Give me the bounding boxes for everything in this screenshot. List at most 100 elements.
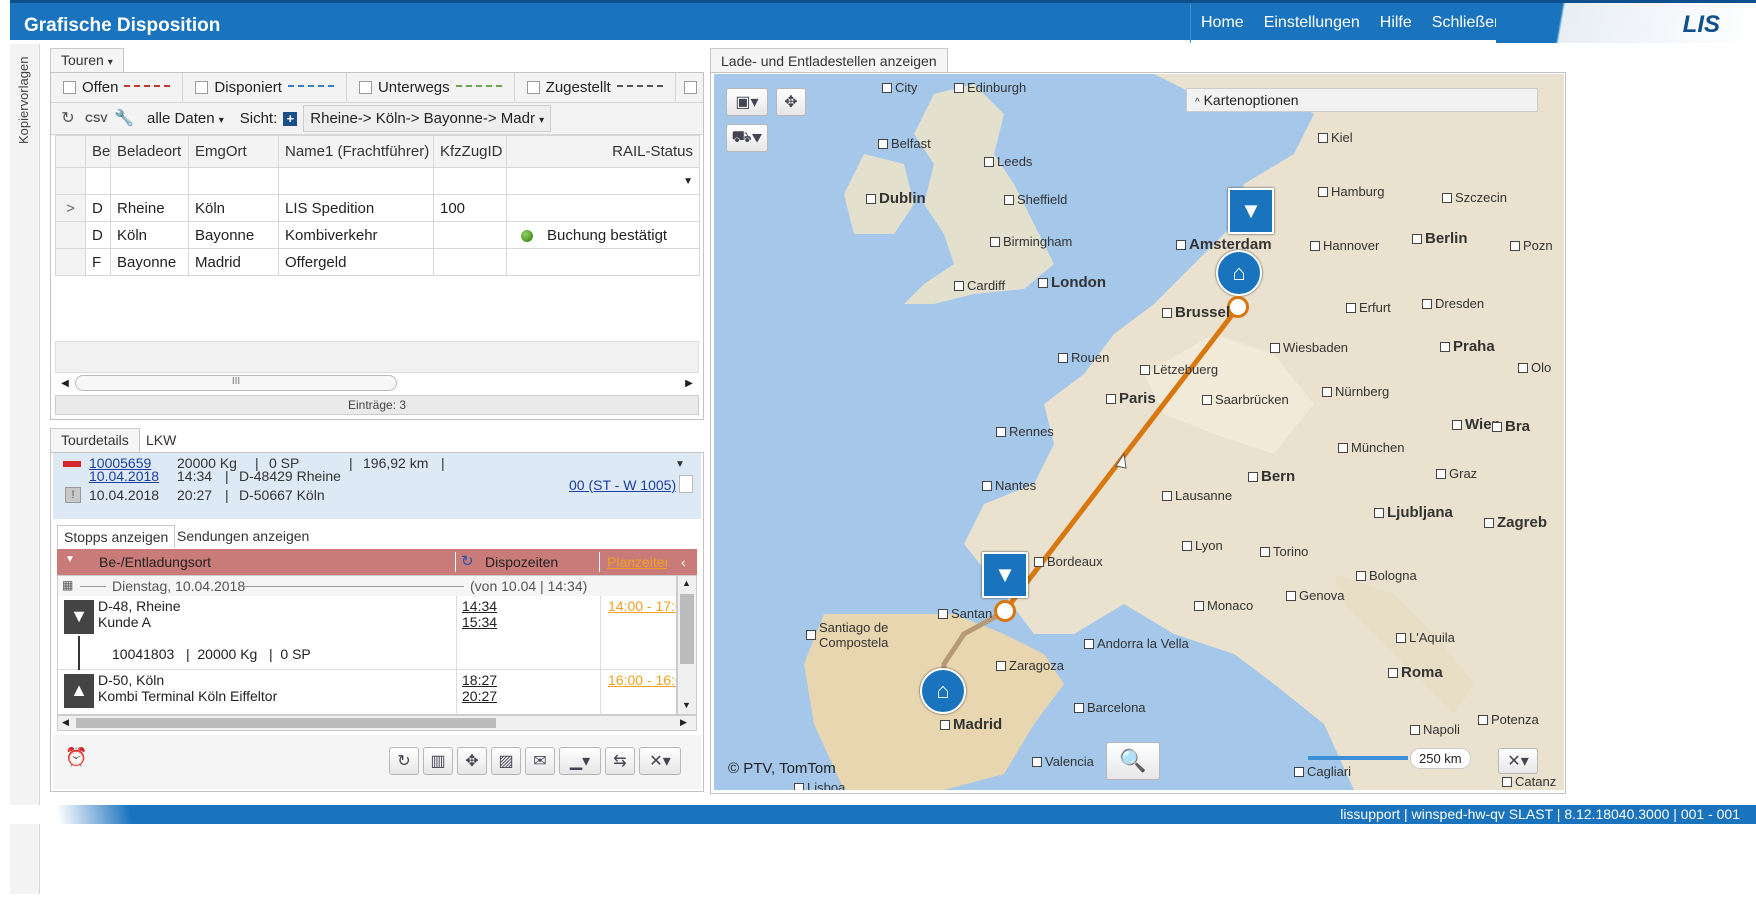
columns-icon[interactable]: ▥: [423, 747, 453, 775]
filter-extra[interactable]: [676, 73, 705, 103]
row-selector[interactable]: [55, 248, 86, 276]
col-beladeort[interactable]: Beladeort: [110, 135, 189, 168]
wrench-icon[interactable]: 🔧: [113, 108, 135, 130]
filter-unterwegs[interactable]: Unterwegs: [347, 72, 515, 103]
dispo-time-start[interactable]: 14:34: [462, 598, 497, 614]
stop-row[interactable]: ▼ D-48, Rheine Kunde A 10041803 | 20000 …: [58, 596, 676, 670]
filter-cell-select[interactable]: ▼: [506, 167, 700, 195]
row-expand-icon[interactable]: >: [55, 194, 86, 222]
row-selector[interactable]: [55, 221, 86, 249]
alarm-clock-icon[interactable]: ⏰: [65, 747, 87, 768]
scroll-box[interactable]: [679, 475, 693, 493]
unload-marker-bayonne[interactable]: ▼: [982, 552, 1028, 598]
col-name1[interactable]: Name1 (Frachtführer): [278, 135, 434, 168]
delete-dropdown-icon[interactable]: ✕▾: [639, 747, 681, 775]
move-icon[interactable]: ✥: [457, 747, 487, 775]
collapse-icon[interactable]: ▼: [65, 554, 75, 565]
cell-beladeort: Bayonne: [110, 248, 189, 276]
copy-templates-sidebar[interactable]: Kopiervorlagen: [10, 44, 40, 894]
refresh-icon[interactable]: ↻: [389, 747, 419, 775]
map-options-panel[interactable]: ^ Kartenoptionen: [1186, 88, 1538, 112]
map-city-label: Bern: [1248, 468, 1295, 485]
scroll-thumb[interactable]: [76, 718, 496, 728]
pan-icon[interactable]: ✥: [776, 88, 806, 116]
tab-stopps[interactable]: Stopps anzeigen: [57, 525, 176, 548]
filter-offen[interactable]: Offen: [51, 72, 184, 103]
vehicle-select-icon[interactable]: ⛟▾: [726, 124, 768, 152]
filter-cell[interactable]: [433, 167, 507, 195]
filter-disponiert[interactable]: Disponiert: [183, 72, 347, 103]
scroll-left-icon[interactable]: ◀: [62, 717, 69, 728]
stop-row[interactable]: ▲ D-50, Köln Kombi Terminal Köln Eiffelt…: [58, 670, 676, 714]
filter-cell[interactable]: [278, 167, 434, 195]
add-view-icon[interactable]: +: [283, 111, 298, 126]
filter-cell[interactable]: [85, 167, 111, 195]
nav-help[interactable]: Hilfe: [1370, 0, 1422, 35]
checkbox[interactable]: [526, 81, 540, 94]
scroll-thumb[interactable]: [680, 594, 694, 664]
mail-icon[interactable]: ✉: [525, 747, 555, 775]
tour-date-link[interactable]: 10.04.2018: [89, 468, 159, 484]
filter-label: Offen: [82, 79, 119, 96]
checkbox[interactable]: [358, 81, 372, 94]
load-marker-madrid[interactable]: ⌂: [920, 668, 966, 714]
transport-link[interactable]: 00 (ST - W 1005): [569, 477, 676, 493]
chevron-down-icon[interactable]: ▼: [675, 459, 685, 470]
search-icon[interactable]: 🔍: [1106, 742, 1160, 780]
unload-marker-rheine[interactable]: ▼: [1228, 188, 1274, 234]
plan-time[interactable]: 14:00 - 17:0: [608, 598, 676, 614]
col-rail-status[interactable]: RAIL-Status: [506, 135, 700, 168]
table-row[interactable]: > D Rheine Köln LIS Spedition 100: [55, 194, 700, 222]
tab-lkw[interactable]: LKW: [136, 432, 186, 448]
nav-settings[interactable]: Einstellungen: [1254, 0, 1370, 35]
scroll-left-icon[interactable]: ◀: [55, 378, 75, 389]
chevron-left-icon[interactable]: ‹: [681, 554, 686, 570]
plan-time[interactable]: 16:00 - 16:0: [608, 672, 676, 688]
refresh-icon[interactable]: ↻: [461, 552, 474, 570]
map-city-label: Santiago de Compostela: [806, 620, 919, 650]
filter-label: Unterwegs: [377, 79, 450, 96]
layout-dropdown-icon[interactable]: ▁▾: [559, 747, 601, 775]
checkbox[interactable]: [683, 81, 697, 94]
dispo-time-end[interactable]: 15:34: [462, 614, 497, 630]
refresh-icon[interactable]: ↻: [57, 108, 79, 130]
tab-touren[interactable]: Touren ▾: [50, 48, 124, 72]
layer-select-icon[interactable]: ▣▾: [726, 88, 768, 116]
horizontal-scrollbar[interactable]: ◀ III ▶: [55, 373, 699, 393]
map-export-icon[interactable]: ▨: [491, 747, 521, 775]
checkbox[interactable]: [63, 81, 76, 94]
split-icon[interactable]: ⇆: [605, 747, 635, 775]
col-kfzzugid[interactable]: KfzZugID: [433, 135, 507, 168]
scroll-right-icon[interactable]: ▶: [679, 378, 699, 389]
stops-vertical-scrollbar[interactable]: ▲ ▼: [677, 575, 697, 715]
data-select[interactable]: alle Daten ▾: [147, 110, 224, 127]
tab-tourdetails[interactable]: Tourdetails: [50, 428, 140, 452]
scroll-right-icon[interactable]: ▶: [680, 717, 687, 728]
filter-zugestellt[interactable]: Zugestellt: [515, 72, 676, 103]
tab-sendungen[interactable]: Sendungen anzeigen: [177, 528, 309, 544]
clear-dropdown-icon[interactable]: ✕▾: [1498, 748, 1538, 774]
col-emgort[interactable]: EmgOrt: [188, 135, 279, 168]
col-be[interactable]: Be: [85, 135, 111, 168]
table-row[interactable]: D Köln Bayonne Kombiverkehr Buchung best…: [55, 221, 700, 249]
checkbox[interactable]: [195, 81, 209, 94]
tab-map[interactable]: Lade- und Entladestellen anzeigen: [710, 48, 948, 74]
route-view-select[interactable]: Rheine-> Köln-> Bayonne-> Madr ▾: [303, 105, 552, 132]
dispo-time-end[interactable]: 20:27: [462, 688, 497, 704]
scroll-thumb[interactable]: III: [75, 375, 397, 391]
col-be-entladungsort[interactable]: Be-/Entladungsort: [99, 554, 211, 570]
filter-cell[interactable]: [188, 167, 279, 195]
scroll-down-icon[interactable]: ▼: [682, 700, 691, 710]
dispo-time-start[interactable]: 18:27: [462, 672, 497, 688]
map-city-label: Potenza: [1478, 712, 1539, 727]
nav-home[interactable]: Home: [1191, 0, 1254, 35]
stops-horizontal-scrollbar[interactable]: ◀ ▶: [57, 715, 697, 731]
csv-export-icon[interactable]: CSV: [85, 108, 108, 130]
table-row[interactable]: F Bayonne Madrid Offergeld: [55, 248, 700, 276]
map-canvas[interactable]: ▼ ⌂ ▼ ⌂ Edinburgh Belfast Dublin Leeds Sheff…: [714, 74, 1564, 790]
col-dispozeiten[interactable]: Dispozeiten: [485, 554, 558, 570]
scroll-up-icon[interactable]: ▲: [682, 578, 691, 588]
filter-cell[interactable]: [110, 167, 189, 195]
load-marker-koeln[interactable]: ⌂: [1216, 250, 1262, 296]
col-planzeiten[interactable]: Planzeiten: [607, 554, 667, 570]
